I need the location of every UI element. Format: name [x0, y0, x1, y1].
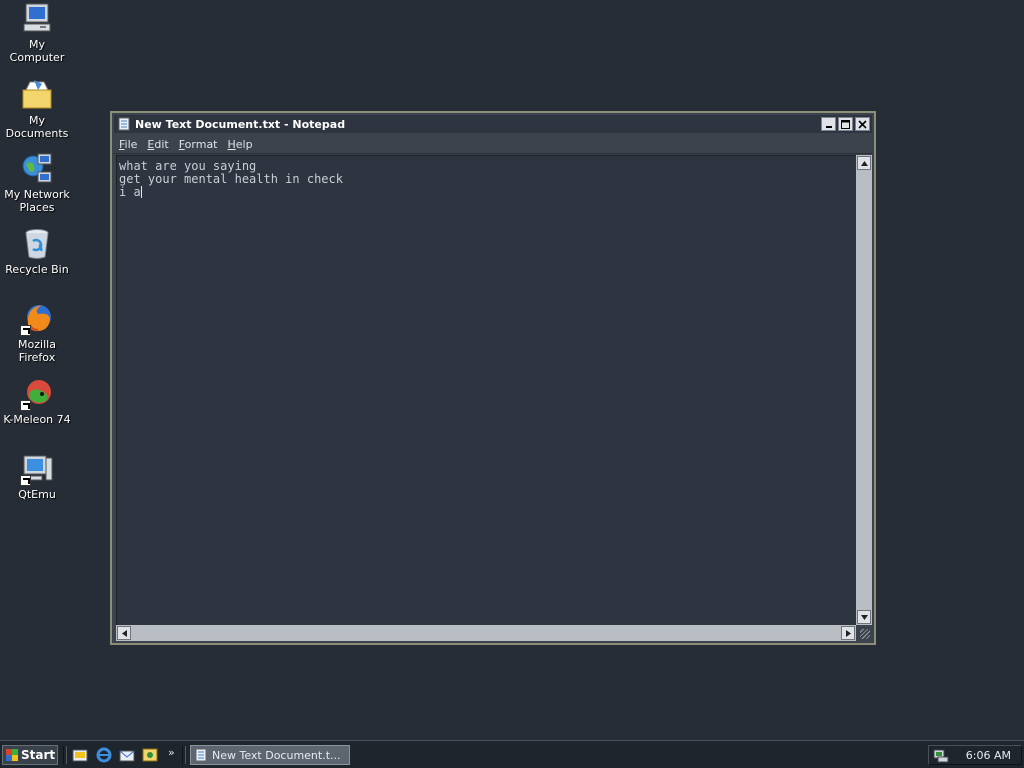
close-button[interactable] [855, 117, 870, 131]
desktop-icon-recycle-bin[interactable]: Recycle Bin [0, 227, 74, 276]
desktop-icon-label: Recycle Bin [5, 263, 69, 276]
scroll-up-button[interactable] [857, 156, 871, 170]
menu-file[interactable]: File [114, 138, 142, 151]
desktop-icon-label: My Documents [5, 114, 69, 140]
resize-grip[interactable] [856, 625, 872, 641]
start-button[interactable]: Start [2, 745, 58, 765]
desktop-icon-label: Mozilla Firefox [18, 338, 56, 364]
maximize-button[interactable] [838, 117, 853, 131]
documents-folder-icon [20, 78, 54, 112]
menu-edit[interactable]: Edit [142, 138, 173, 151]
windows-logo-icon [6, 749, 18, 761]
taskbar-button-label: New Text Document.t... [212, 748, 341, 762]
maximize-icon [841, 119, 850, 129]
title-bar[interactable]: New Text Document.txt - Notepad [114, 115, 872, 133]
arrow-right-icon [845, 629, 851, 637]
qtemu-icon [20, 452, 54, 486]
text-editor-area[interactable]: what are you saying get your mental healt… [116, 155, 856, 625]
k-meleon-icon [20, 377, 54, 411]
minimize-icon [825, 126, 832, 128]
firefox-icon [20, 302, 54, 336]
menu-bar: File Edit Format Help [114, 135, 872, 154]
taskbar-separator [63, 746, 67, 764]
desktop-icon-my-documents[interactable]: My Documents [0, 78, 74, 140]
quick-launch-overflow[interactable]: » [168, 746, 175, 759]
taskbar-button-notepad[interactable]: New Text Document.t... [190, 745, 350, 765]
computer-icon [20, 2, 54, 36]
text-line: i a [119, 185, 141, 199]
arrow-left-icon [121, 629, 127, 637]
desktop-icon-my-computer[interactable]: My Computer [0, 2, 74, 64]
text-line: get your mental health in check [119, 172, 343, 186]
arrow-up-icon [860, 160, 868, 166]
recycle-bin-icon [20, 227, 54, 261]
network-places-icon [20, 152, 54, 186]
close-icon [858, 119, 867, 129]
desktop-icon-label: QtEmu [18, 488, 56, 501]
text-caret [140, 186, 142, 198]
scroll-down-button[interactable] [857, 610, 871, 624]
media-player-icon[interactable] [142, 747, 158, 763]
taskbar-separator [182, 746, 186, 764]
window-title: New Text Document.txt - Notepad [135, 117, 346, 131]
show-desktop-icon[interactable] [72, 747, 88, 763]
horizontal-scrollbar[interactable] [116, 625, 856, 641]
desktop-icon-my-network-places[interactable]: My Network Places [0, 152, 74, 214]
scroll-right-button[interactable] [841, 626, 855, 640]
desktop-icon-label: K-Meleon 74 [3, 413, 71, 426]
system-tray: 6:06 AM [928, 745, 1022, 765]
shortcut-arrow-icon [20, 400, 31, 411]
minimize-button[interactable] [821, 117, 836, 131]
notepad-icon [195, 748, 207, 762]
vertical-scrollbar[interactable] [856, 155, 872, 625]
menu-help[interactable]: Help [223, 138, 258, 151]
scroll-left-button[interactable] [117, 626, 131, 640]
notepad-window[interactable]: New Text Document.txt - Notepad File Edi… [110, 111, 876, 645]
arrow-down-icon [860, 614, 868, 620]
taskbar: Start » New Text Document.t... 6:06 AM [0, 740, 1024, 768]
notepad-icon [118, 117, 130, 131]
start-label: Start [21, 748, 56, 762]
shortcut-arrow-icon [20, 325, 31, 336]
shortcut-arrow-icon [20, 475, 31, 486]
internet-explorer-icon[interactable] [96, 747, 112, 763]
desktop-icon-k-meleon[interactable]: K-Meleon 74 [0, 377, 74, 426]
desktop-icon-label: My Computer [9, 38, 65, 64]
desktop-icon-label: My Network Places [4, 188, 70, 214]
network-status-icon[interactable] [933, 747, 949, 763]
desktop-icon-mozilla-firefox[interactable]: Mozilla Firefox [0, 302, 74, 364]
desktop-icon-qtemu[interactable]: QtEmu [0, 452, 74, 501]
mail-client-icon[interactable] [119, 747, 135, 763]
menu-format[interactable]: Format [174, 138, 223, 151]
clock[interactable]: 6:06 AM [949, 749, 1021, 762]
